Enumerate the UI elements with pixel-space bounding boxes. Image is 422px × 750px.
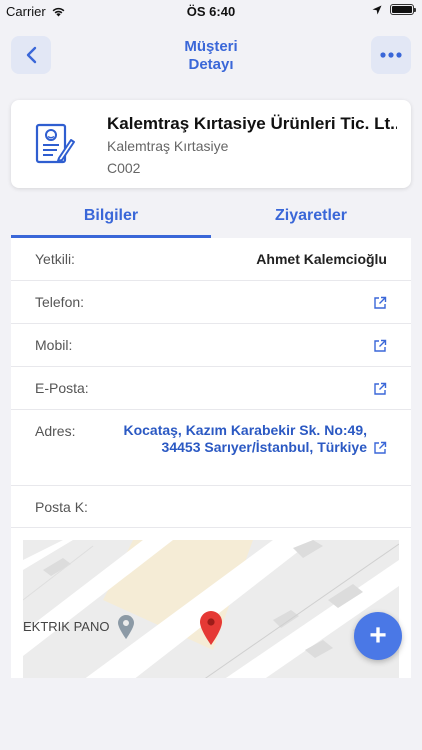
status-right (372, 4, 416, 15)
mobile-label: Mobil: (35, 337, 73, 353)
map-poi-label: EKTRIK PANO (23, 619, 110, 634)
customer-card: Kalemtraş Kırtasiye Ürünleri Tic. Lt... … (11, 100, 411, 188)
external-link-icon[interactable] (373, 339, 387, 353)
detail-row-postal: Posta K: (11, 486, 411, 528)
phone-label: Telefon: (35, 294, 85, 310)
detail-row-phone: Telefon: (11, 281, 411, 324)
page-title-line1: Müşteri (184, 38, 238, 55)
details-panel: Yetkili: Ahmet Kalemcioğlu Telefon: Mobi… (11, 238, 411, 678)
location-pin-icon[interactable] (199, 610, 223, 646)
ellipsis-icon (380, 52, 402, 58)
status-time: ÖS 6:40 (186, 4, 236, 19)
customer-short-name: Kalemtraş Kırtasiye (107, 138, 229, 154)
map-view[interactable]: EKTRIK PANO (23, 540, 399, 678)
postal-label: Posta K: (35, 499, 88, 515)
page-title-line2: Detayı (188, 56, 234, 73)
detail-row-email: E-Posta: (11, 367, 411, 410)
tab-visits[interactable]: Ziyaretler (211, 198, 411, 238)
detail-row-address: Adres: Kocataş, Kazım Karabekir Sk. No:4… (11, 410, 411, 486)
add-icon: + (369, 619, 387, 652)
external-link-icon[interactable] (373, 296, 387, 310)
detail-row-mobile: Mobil: (11, 324, 411, 367)
add-button[interactable]: + (354, 612, 402, 660)
tab-info[interactable]: Bilgiler (11, 198, 211, 238)
map-poi-pin-icon (118, 615, 134, 639)
address-label: Adres: (35, 423, 76, 439)
email-label: E-Posta: (35, 380, 89, 396)
page-title: Müşteri Detayı (120, 38, 302, 74)
customer-name: Kalemtraş Kırtasiye Ürünleri Tic. Lt... (107, 114, 397, 133)
back-button[interactable] (11, 36, 51, 74)
address-value[interactable]: Kocataş, Kazım Karabekir Sk. No:49, 3445… (107, 422, 367, 456)
contact-label: Yetkili: (35, 251, 75, 267)
external-link-icon[interactable] (373, 382, 387, 396)
chevron-left-icon (26, 46, 37, 64)
detail-row-contact: Yetkili: Ahmet Kalemcioğlu (11, 238, 411, 281)
customer-code: C002 (107, 160, 141, 176)
more-button[interactable] (371, 36, 411, 74)
status-bar: Carrier ÖS 6:40 (0, 0, 422, 22)
tab-bar: Bilgiler Ziyaretler (11, 198, 411, 238)
contract-document-icon (35, 123, 75, 164)
location-arrow-icon (372, 5, 382, 14)
map-streets (23, 540, 399, 678)
navigation-bar: Müşteri Detayı (0, 22, 422, 88)
external-link-icon[interactable] (373, 441, 387, 455)
battery-icon (390, 4, 416, 15)
contact-value: Ahmet Kalemcioğlu (256, 251, 387, 267)
